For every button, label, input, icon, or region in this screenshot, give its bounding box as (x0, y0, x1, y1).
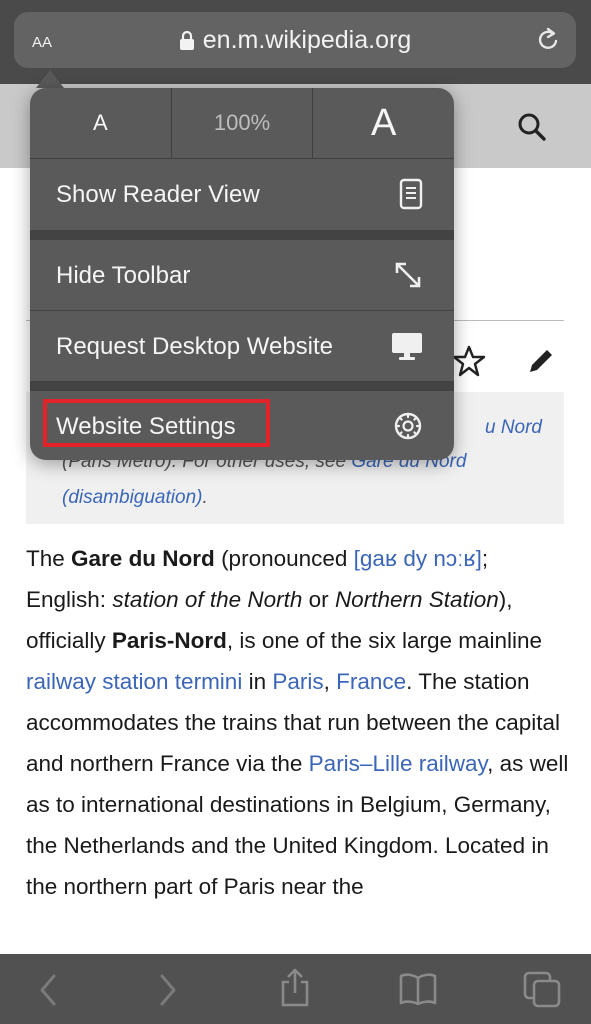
zoom-percent-label: 100% (213, 110, 271, 135)
desktop-icon (392, 333, 422, 360)
article-text: in (242, 669, 273, 694)
edit-icon[interactable] (524, 344, 558, 378)
menu-item-hide-toolbar[interactable]: Hide Toolbar (30, 240, 454, 310)
article-text: , (323, 669, 337, 694)
back-icon[interactable] (36, 972, 60, 1008)
menu-item-show-reader-view[interactable]: Show Reader View (30, 159, 454, 229)
hatnote-link-disambiguation[interactable]: (disambiguation) (62, 487, 202, 508)
pronunciation-link[interactable]: [ɡaʁ dy nɔːʁ] (354, 546, 482, 571)
menu-item-label: Show Reader View (56, 181, 260, 208)
zoom-percentage[interactable]: 100% (172, 88, 314, 158)
railway-termini-link[interactable]: railway station termini (26, 669, 242, 694)
article-text: English: (26, 587, 113, 612)
menu-pointer (36, 70, 64, 88)
url-display[interactable]: en.m.wikipedia.org (14, 24, 576, 56)
hatnote-period: . (202, 487, 208, 508)
article-bold-title: Gare du Nord (71, 546, 215, 571)
gear-icon (394, 412, 422, 440)
share-icon[interactable] (278, 968, 312, 1008)
paris-lille-railway-link[interactable]: Paris–Lille railway (309, 751, 487, 776)
article-italic: Northern Station (334, 587, 499, 612)
article-text: The (26, 546, 72, 571)
article-bold-name: Paris-Nord (111, 628, 227, 653)
zoom-controls: A 100% A (30, 88, 454, 159)
article-paragraph: The Gare du Nord (pronounced [ɡaʁ dy nɔː… (26, 538, 574, 907)
france-link[interactable]: France (336, 669, 406, 694)
zoom-large-label: A (371, 101, 397, 144)
article-italic: station of the North (112, 587, 303, 612)
browser-bottom-toolbar (0, 954, 591, 1024)
reload-icon[interactable] (534, 26, 562, 54)
paris-link[interactable]: Paris (272, 669, 323, 694)
url-text: en.m.wikipedia.org (202, 26, 412, 54)
reader-view-icon (399, 178, 423, 210)
browser-top-bar: AA en.m.wikipedia.org (0, 0, 591, 84)
increase-text-size-button[interactable]: A (313, 88, 454, 158)
hatnote-link[interactable]: u Nord (485, 417, 542, 438)
article-text: (pronounced (214, 546, 354, 571)
menu-item-request-desktop-website[interactable]: Request Desktop Website (30, 311, 454, 381)
tabs-icon[interactable] (522, 970, 562, 1008)
star-icon[interactable] (452, 344, 486, 378)
forward-icon[interactable] (156, 972, 180, 1008)
search-icon[interactable] (517, 112, 547, 142)
menu-group-separator (30, 230, 454, 240)
address-bar[interactable]: AA en.m.wikipedia.org (14, 12, 576, 68)
expand-arrows-icon (395, 262, 421, 288)
article-text: , is one of the six large mainline (226, 628, 543, 653)
article-text: or (302, 587, 335, 612)
menu-item-label: Hide Toolbar (56, 262, 191, 289)
lock-icon (179, 31, 194, 51)
article-text: ; (481, 546, 489, 571)
page-settings-menu: A 100% A Show Reader View Hide Toolbar R… (30, 88, 454, 460)
zoom-small-label: A (92, 110, 108, 135)
menu-group-separator (30, 381, 454, 391)
bookmarks-icon[interactable] (398, 972, 438, 1006)
menu-item-label: Request Desktop Website (56, 333, 334, 360)
highlight-box (43, 399, 270, 447)
decrease-text-size-button[interactable]: A (30, 88, 172, 158)
